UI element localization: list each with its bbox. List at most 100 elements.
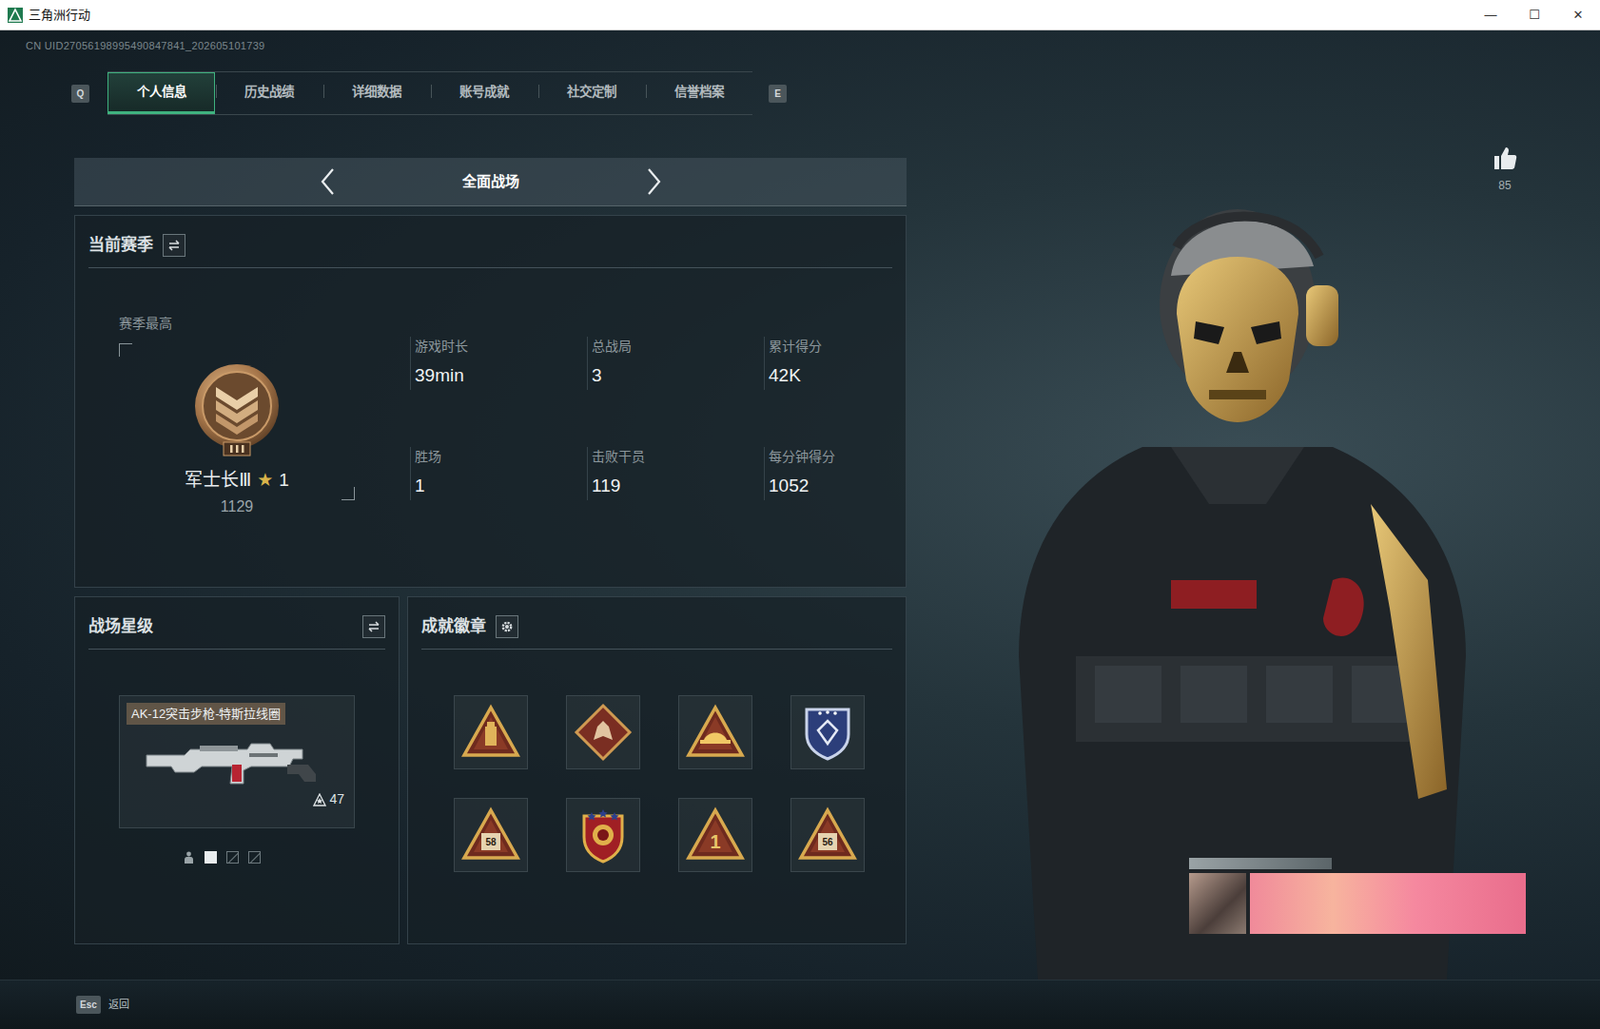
person-icon[interactable] bbox=[182, 851, 196, 864]
uid-label: CN UID27056198995490847841_202605101739 bbox=[0, 36, 914, 56]
stat-value: 119 bbox=[591, 472, 764, 501]
tab-bar: Q 个人信息 历史战绩 详细数据 账号成就 社交定制 信誉档案 E bbox=[0, 74, 914, 113]
stat-value: 3 bbox=[591, 362, 764, 391]
rank-medal-icon bbox=[187, 360, 287, 460]
like-counter[interactable]: 85 bbox=[1491, 144, 1519, 195]
mode-label: 全面战场 bbox=[338, 171, 644, 194]
chevron-right-icon[interactable] bbox=[643, 165, 664, 198]
back-label[interactable]: 返回 bbox=[108, 996, 130, 1014]
next-tab-key[interactable]: E bbox=[768, 84, 787, 103]
profile-screen: CN UID27056198995490847841_202605101739 Q… bbox=[0, 30, 1600, 980]
nameplate-row bbox=[1189, 873, 1526, 935]
stat-value: 1 bbox=[414, 472, 587, 501]
tab[interactable]: 账号成就 bbox=[429, 72, 538, 114]
tab-label: 个人信息 bbox=[136, 84, 187, 99]
star-count: 47 bbox=[329, 789, 345, 810]
weapon-name: AK-12突击步枪-特斯拉线圈 bbox=[126, 702, 286, 726]
esc-key[interactable]: Esc bbox=[76, 995, 101, 1015]
badge-number: 1 bbox=[679, 827, 752, 857]
tab-label: 社交定制 bbox=[566, 84, 617, 99]
stat-value: 1052 bbox=[768, 472, 941, 501]
card-pager bbox=[182, 851, 399, 864]
rank-star-count: 1 bbox=[278, 467, 290, 495]
achievement-badge[interactable] bbox=[790, 695, 865, 770]
minimize-button[interactable]: — bbox=[1468, 5, 1513, 25]
lower-panels: 战场星级 AK-12突击步枪-特斯拉线圈 47 成就徽章 58 1 56 bbox=[74, 596, 907, 945]
nameplate-avatar bbox=[1189, 873, 1247, 935]
season-title: 当前赛季 bbox=[88, 233, 154, 258]
tab[interactable]: 信誉档案 bbox=[644, 72, 753, 114]
close-button[interactable]: ✕ bbox=[1556, 5, 1600, 25]
star-level-panel: 战场星级 AK-12突击步枪-特斯拉线圈 47 bbox=[74, 596, 400, 945]
stat-label: 游戏时长 bbox=[414, 336, 587, 357]
stat-label: 总战局 bbox=[591, 336, 764, 357]
star-rank-icon bbox=[312, 793, 327, 807]
stat-label: 每分钟得分 bbox=[768, 447, 941, 468]
stat-value: 42K bbox=[768, 362, 941, 391]
stat-item: 游戏时长 39min bbox=[409, 336, 587, 391]
stat-label: 胜场 bbox=[414, 447, 587, 468]
page-dot[interactable] bbox=[204, 851, 217, 864]
tab-label: 历史战绩 bbox=[244, 84, 294, 99]
stat-label: 累计得分 bbox=[768, 336, 941, 357]
weapon-card[interactable]: AK-12突击步枪-特斯拉线圈 47 bbox=[118, 695, 355, 829]
swap-icon[interactable] bbox=[162, 234, 186, 257]
maximize-button[interactable]: ☐ bbox=[1512, 5, 1557, 25]
stat-item: 累计得分 42K bbox=[763, 336, 941, 391]
stat-value: 39min bbox=[414, 362, 587, 391]
prev-tab-key[interactable]: Q bbox=[71, 84, 90, 103]
season-best-label: 赛季最高 bbox=[118, 313, 355, 334]
tab[interactable]: 历史战绩 bbox=[214, 72, 323, 114]
badges-panel: 成就徽章 58 1 56 bbox=[407, 596, 907, 945]
player-nameplate bbox=[1189, 858, 1526, 954]
achievement-badge[interactable] bbox=[565, 695, 641, 770]
achievement-badge[interactable] bbox=[678, 695, 753, 770]
season-header: 当前赛季 bbox=[88, 215, 893, 269]
mode-selector: 全面战场 bbox=[74, 157, 907, 207]
left-column: CN UID27056198995490847841_202605101739 Q… bbox=[0, 30, 914, 980]
tab[interactable]: 社交定制 bbox=[537, 72, 645, 114]
badges-title: 成就徽章 bbox=[421, 614, 487, 640]
rank-name: 军士长Ⅲ★1 bbox=[184, 467, 290, 495]
swap-icon[interactable] bbox=[362, 615, 386, 639]
stats-grid: 游戏时长 39min总战局 3累计得分 42K 胜场 1击败干员 119每分钟得分 1052 bbox=[409, 336, 941, 501]
tab-group: 个人信息 历史战绩 详细数据 账号成就 社交定制 信誉档案 bbox=[107, 71, 753, 115]
tab[interactable]: 详细数据 bbox=[322, 72, 430, 114]
badge-number: 56 bbox=[791, 835, 864, 850]
rank-column: 赛季最高军士长Ⅲ★11129 bbox=[118, 313, 355, 501]
character-area: 85 bbox=[913, 30, 1600, 980]
like-count: 85 bbox=[1498, 176, 1511, 195]
stat-item: 击败干员 119 bbox=[586, 447, 764, 501]
stat-item: 每分钟得分 1052 bbox=[763, 447, 941, 501]
season-body: 赛季最高军士长Ⅲ★11129游戏时长39min总战局3累计得分42K胜场1击败干… bbox=[75, 268, 906, 501]
app-logo-icon bbox=[7, 7, 23, 23]
rank-star-icon: ★ bbox=[256, 467, 274, 495]
rifle-icon bbox=[144, 732, 322, 788]
achievement-badge[interactable]: 1 bbox=[678, 798, 753, 873]
window-title: 三角洲行动 bbox=[28, 5, 91, 25]
page-dot[interactable] bbox=[248, 851, 261, 864]
nameplate-strip bbox=[1189, 858, 1332, 870]
chevron-left-icon[interactable] bbox=[317, 165, 339, 198]
achievement-badge[interactable] bbox=[453, 695, 528, 770]
badges-header: 成就徽章 bbox=[421, 597, 893, 650]
badge-number: 58 bbox=[454, 835, 527, 850]
tab-label: 账号成就 bbox=[459, 84, 509, 99]
tab[interactable]: 个人信息 bbox=[107, 72, 215, 114]
weapon-star-count: 47 bbox=[312, 789, 345, 810]
operator-character-icon bbox=[952, 161, 1523, 980]
badge-grid: 58 1 56 bbox=[453, 695, 906, 873]
season-panel: 当前赛季赛季最高军士长Ⅲ★11129游戏时长39min总战局3累计得分42K胜场… bbox=[74, 214, 907, 588]
gear-icon[interactable] bbox=[495, 615, 519, 639]
achievement-badge[interactable]: 58 bbox=[453, 798, 528, 873]
page-dot[interactable] bbox=[226, 851, 239, 864]
achievement-badge[interactable] bbox=[565, 798, 641, 873]
rank-box: 军士长Ⅲ★11129 bbox=[118, 343, 355, 501]
thumbs-up-icon bbox=[1491, 144, 1519, 172]
achievement-badge[interactable]: 56 bbox=[790, 798, 865, 873]
stat-label: 击败干员 bbox=[591, 447, 764, 468]
star-level-header: 战场星级 bbox=[88, 597, 386, 650]
rank-score: 1129 bbox=[220, 495, 254, 519]
footer-bar: Esc 返回 bbox=[0, 979, 1600, 1029]
title-bar: 三角洲行动 —☐✕ bbox=[0, 0, 1600, 31]
